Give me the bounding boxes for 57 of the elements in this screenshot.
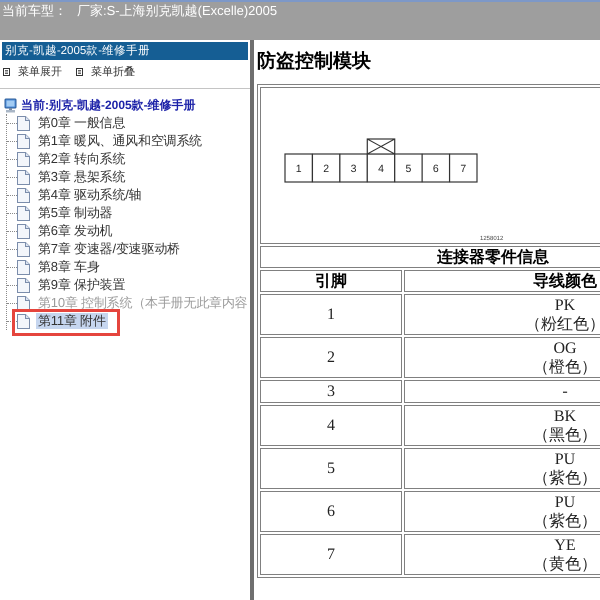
tree-item[interactable]: 第2章 转向系统 [36, 151, 128, 167]
page-icon [17, 278, 30, 292]
table-caption: 连接器零件信息 [260, 246, 600, 268]
page-icon [17, 314, 30, 328]
menu-toggle-link[interactable]: 菜单折叠 [76, 65, 135, 79]
table-cell: YE （黄色） [404, 534, 600, 575]
page-icon [17, 134, 30, 148]
table-cell: PK （粉红色） [404, 294, 600, 335]
page-icon [17, 296, 30, 310]
page-icon [17, 260, 30, 274]
page-title: 防盗控制模块 [257, 50, 372, 74]
connector-pin: 3 [339, 153, 368, 183]
page-icon [17, 206, 30, 220]
list-icon [76, 68, 83, 76]
connector-pin: 4 [366, 153, 396, 183]
car-model-label: 当前车型： [2, 3, 67, 19]
table-cell: OG （橙色） [404, 337, 600, 378]
tree-item[interactable]: 第8章 车身 [36, 259, 102, 275]
tree-item[interactable]: 第9章 保护装置 [36, 277, 128, 293]
tree-root-label: 当前:别克-凯越-2005款-维修手册 [21, 97, 196, 113]
tree-item[interactable]: 第1章 暖风、通风和空调系统 [36, 133, 204, 149]
table-cell: 5 [260, 448, 402, 489]
tree-item[interactable]: 第0章 一般信息 [36, 115, 128, 131]
page-icon [17, 224, 30, 238]
table-cell: - [404, 380, 600, 403]
tree-item[interactable]: 第7章 变速器/变速驱动桥 [36, 241, 182, 257]
monitor-icon [4, 98, 17, 112]
menu-toggle-link[interactable]: 菜单展开 [3, 65, 62, 79]
tree-item[interactable]: 第11章 附件 [36, 313, 108, 329]
table-cell: 6 [260, 491, 402, 532]
tree-item[interactable]: 第6章 发动机 [36, 223, 114, 239]
connector-pin: 5 [394, 153, 423, 183]
table-cell: 3 [260, 380, 402, 403]
column-header: 引脚 [260, 270, 402, 292]
table-cell: PU （紫色） [404, 448, 600, 489]
table-cell: BK （黑色） [404, 405, 600, 446]
page-icon [17, 170, 30, 184]
table-cell: 7 [260, 534, 402, 575]
table-cell: 4 [260, 405, 402, 446]
table-cell: 1 [260, 294, 402, 335]
connector-pin: 7 [448, 153, 478, 183]
page-icon [17, 188, 30, 202]
column-header: 导线颜色 [404, 270, 600, 292]
page-icon [17, 242, 30, 256]
sidebar-title: 别克-凯越-2005款-维修手册 [2, 42, 248, 60]
page-icon [17, 152, 30, 166]
connector-pin: 6 [422, 153, 450, 183]
list-icon [3, 68, 10, 76]
tree-item[interactable]: 第5章 制动器 [36, 205, 114, 221]
tree-item[interactable]: 第3章 悬架系统 [36, 169, 128, 185]
table-cell: 2 [260, 337, 402, 378]
table-cell: PU （紫色） [404, 491, 600, 532]
tree-item[interactable]: 第4章 驱动系统/轴 [36, 187, 144, 203]
car-model-value: 厂家:S-上海别克凯越(Excelle)2005 [77, 3, 278, 19]
connector-pin: 2 [312, 153, 340, 183]
page-icon [17, 116, 30, 130]
connector-pin: 1 [284, 153, 314, 183]
